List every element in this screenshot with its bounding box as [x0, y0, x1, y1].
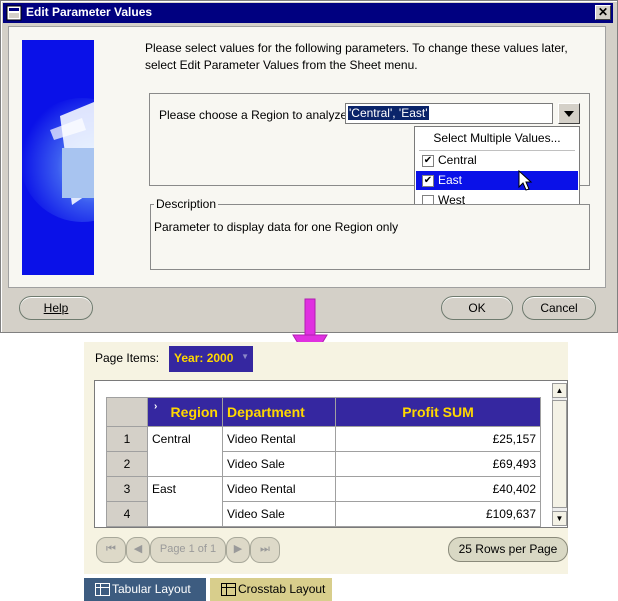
table-icon [95, 583, 110, 596]
crosstab-icon [221, 583, 236, 596]
east-checkbox[interactable]: ✔ [422, 175, 434, 187]
chevron-down-icon: ▼ [241, 352, 249, 361]
cancel-button[interactable]: Cancel [522, 296, 596, 320]
row-number: 3 [106, 476, 148, 502]
cancel-button-label: Cancel [540, 301, 578, 315]
first-page-icon: ⏮ [106, 543, 116, 555]
next-page-icon: ▶ [233, 543, 243, 555]
row-number: 4 [106, 501, 148, 527]
description-group-box [150, 204, 590, 270]
previous-page-button[interactable]: ◀ [126, 537, 150, 563]
chevron-down-icon: ▼ [555, 514, 564, 523]
profit-cell: £40,402 [335, 476, 541, 502]
scroll-down-button[interactable]: ▼ [552, 511, 567, 526]
table-row: 3 East Video Rental £40,402 [106, 476, 541, 527]
tab-tabular-layout[interactable]: Tabular Layout [84, 578, 206, 601]
profit-cell: £25,157 [335, 426, 541, 452]
table-corner-cell [106, 397, 148, 427]
region-value-text: 'Central', 'East' [348, 106, 429, 120]
option-central[interactable]: ✔ Central [416, 151, 578, 170]
row-number: 1 [106, 426, 148, 452]
page-items-label: Page Items: [95, 351, 160, 365]
tab-crosstab-label: Crosstab Layout [238, 582, 326, 596]
ok-button-label: OK [468, 301, 486, 315]
table-header-row: › Region Department Profit SUM [106, 397, 541, 427]
column-header-department-label: Department [227, 404, 305, 420]
department-cell: Video Sale [222, 501, 336, 527]
last-page-icon: ⏭ [260, 543, 270, 555]
results-table: › Region Department Profit SUM 1 Central… [106, 397, 541, 527]
pagination-controls: ⏮ ◀ Page 1 of 1 ▶ ⏭ [96, 537, 280, 563]
region-cell: Central [147, 426, 223, 477]
column-header-profit-label: Profit SUM [402, 404, 474, 420]
dialog-title-bar[interactable]: Edit Parameter Values ✕ [3, 3, 613, 23]
option-central-label: Central [438, 153, 477, 167]
help-button-label: Help [43, 301, 69, 315]
region-dropdown-list: Select Multiple Values... ✔ Central ✔ Ea… [414, 126, 580, 212]
department-cell: Video Rental [222, 426, 336, 452]
central-checkbox[interactable]: ✔ [422, 155, 434, 167]
dialog-title: Edit Parameter Values [26, 5, 153, 19]
next-page-button[interactable]: ▶ [226, 537, 250, 563]
row-number: 2 [106, 451, 148, 477]
region-cell: East [147, 476, 223, 527]
close-icon: ✕ [597, 5, 609, 19]
scroll-up-button[interactable]: ▲ [552, 383, 567, 398]
rows-per-page-label: 25 Rows per Page [458, 542, 558, 556]
column-header-region[interactable]: › Region [147, 397, 223, 427]
region-value-input[interactable]: 'Central', 'East' [345, 103, 553, 124]
instructions-line-2: select Edit Parameter Values from the Sh… [145, 58, 418, 72]
app-icon [6, 5, 22, 21]
tab-tabular-label: Tabular Layout [112, 582, 191, 596]
first-page-button[interactable]: ⏮ [96, 537, 126, 563]
profit-cell: £69,493 [335, 451, 541, 477]
dialog-instructions: Please select values for the following p… [145, 40, 575, 74]
description-legend: Description [154, 197, 219, 211]
select-multiple-values-label: Select Multiple Values... [433, 131, 561, 145]
table-row: 1 Central Video Rental £25,157 [106, 426, 541, 477]
instructions-line-1: Please select values for the following p… [145, 41, 568, 55]
last-page-button[interactable]: ⏭ [250, 537, 280, 563]
wizard-graphic [22, 40, 94, 275]
region-dropdown-button[interactable] [558, 103, 580, 124]
option-east[interactable]: ✔ East [416, 171, 578, 190]
region-parameter-label: Please choose a Region to analyze [159, 108, 348, 122]
chevron-down-icon [564, 111, 574, 117]
column-header-department[interactable]: Department [222, 397, 336, 427]
ok-button[interactable]: OK [441, 296, 513, 320]
page-indicator-label: Page 1 of 1 [159, 543, 217, 555]
rows-per-page-button[interactable]: 25 Rows per Page [448, 537, 568, 562]
year-select-value: Year: 2000 [174, 351, 234, 365]
help-button[interactable]: Help [19, 296, 93, 320]
chevron-right-icon: › [154, 401, 158, 412]
option-east-label: East [438, 173, 463, 187]
chevron-up-icon: ▲ [555, 386, 564, 395]
department-cell: Video Rental [222, 476, 336, 502]
scroll-thumb[interactable] [552, 400, 567, 508]
tab-crosstab-layout[interactable]: Crosstab Layout [210, 578, 332, 601]
column-header-profit[interactable]: Profit SUM [335, 397, 541, 427]
previous-page-icon: ◀ [133, 543, 143, 555]
column-header-region-label: Region [170, 404, 218, 420]
mouse-cursor-icon [518, 170, 533, 191]
year-page-item-select[interactable]: Year: 2000 ▼ [169, 346, 253, 372]
page-indicator: Page 1 of 1 [150, 537, 226, 563]
profit-cell: £109,637 [335, 501, 541, 527]
close-button[interactable]: ✕ [595, 5, 611, 20]
select-multiple-values-option[interactable]: Select Multiple Values... [416, 129, 578, 148]
description-text: Parameter to display data for one Region… [154, 220, 399, 234]
department-cell: Video Sale [222, 451, 336, 477]
